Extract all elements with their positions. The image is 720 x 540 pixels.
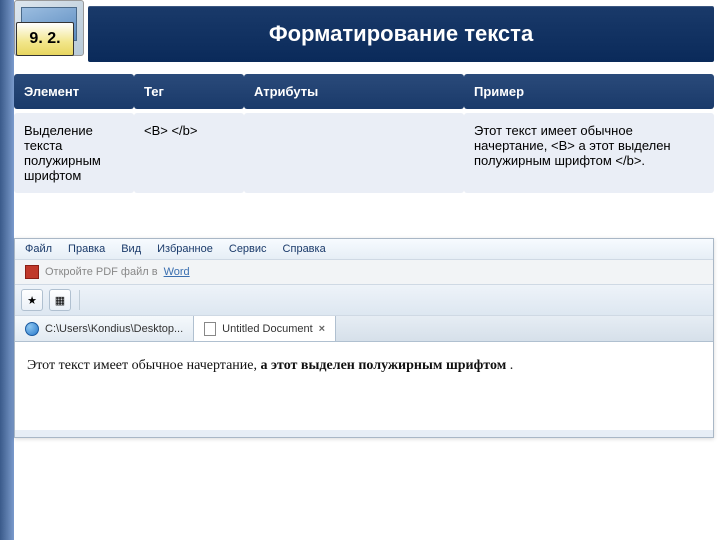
document-icon	[204, 322, 216, 336]
menubar: Файл Правка Вид Избранное Сервис Справка	[15, 239, 713, 260]
menu-edit[interactable]: Правка	[68, 243, 105, 255]
tab-untitled[interactable]: Untitled Document ×	[194, 316, 336, 341]
cell-attributes	[244, 113, 464, 193]
th-example: Пример	[464, 74, 714, 109]
tab-path[interactable]: C:\Users\Kondius\Desktop...	[15, 316, 194, 341]
pdf-open-word-link[interactable]: Word	[164, 266, 190, 278]
pdf-icon	[25, 265, 39, 279]
menu-favorites[interactable]: Избранное	[157, 243, 213, 255]
cell-element: Выделение текста полужирным шрифтом	[14, 113, 134, 193]
menu-view[interactable]: Вид	[121, 243, 141, 255]
page-bold-text: а этот выделен полужирным шрифтом	[261, 358, 507, 373]
menu-help[interactable]: Справка	[283, 243, 326, 255]
table-header-row: Элемент Тег Атрибуты Пример	[14, 74, 714, 109]
page-normal-text: Этот текст имеет обычное начертание,	[27, 358, 261, 373]
section-badge: 9. 2.	[16, 22, 74, 56]
th-element: Элемент	[14, 74, 134, 109]
tab-strip: C:\Users\Kondius\Desktop... Untitled Doc…	[15, 316, 713, 342]
toolbar-favorite-icon[interactable]: ★	[21, 289, 43, 311]
slide-title: Форматирование текста	[269, 21, 533, 47]
toolbar: ★ ▦	[15, 285, 713, 316]
definition-table: Элемент Тег Атрибуты Пример Выделение те…	[14, 70, 714, 197]
cell-example: Этот текст имеет обычное начертание, <B>…	[464, 113, 714, 193]
menu-file[interactable]: Файл	[25, 243, 52, 255]
menu-tools[interactable]: Сервис	[229, 243, 267, 255]
rendered-page: Этот текст имеет обычное начертание, а э…	[15, 342, 713, 430]
section-number: 9. 2.	[29, 30, 60, 48]
left-decor-strip	[0, 0, 14, 540]
page-tail-text: .	[506, 358, 513, 373]
ie-icon	[25, 322, 39, 336]
tab-untitled-label: Untitled Document	[222, 323, 313, 335]
toolbar-divider	[79, 290, 80, 310]
th-tag: Тег	[134, 74, 244, 109]
close-icon[interactable]: ×	[319, 323, 325, 335]
pdf-prompt-text: Откройте PDF файл в	[45, 266, 158, 278]
pdf-open-bar: Откройте PDF файл в Word	[15, 260, 713, 285]
th-attributes: Атрибуты	[244, 74, 464, 109]
toolbar-tabs-icon[interactable]: ▦	[49, 289, 71, 311]
browser-window: Файл Правка Вид Избранное Сервис Справка…	[14, 238, 714, 438]
slide-title-bar: Форматирование текста	[88, 6, 714, 62]
table-row: Выделение текста полужирным шрифтом <B> …	[14, 113, 714, 193]
tab-path-label: C:\Users\Kondius\Desktop...	[45, 323, 183, 335]
cell-tag: <B> </b>	[134, 113, 244, 193]
